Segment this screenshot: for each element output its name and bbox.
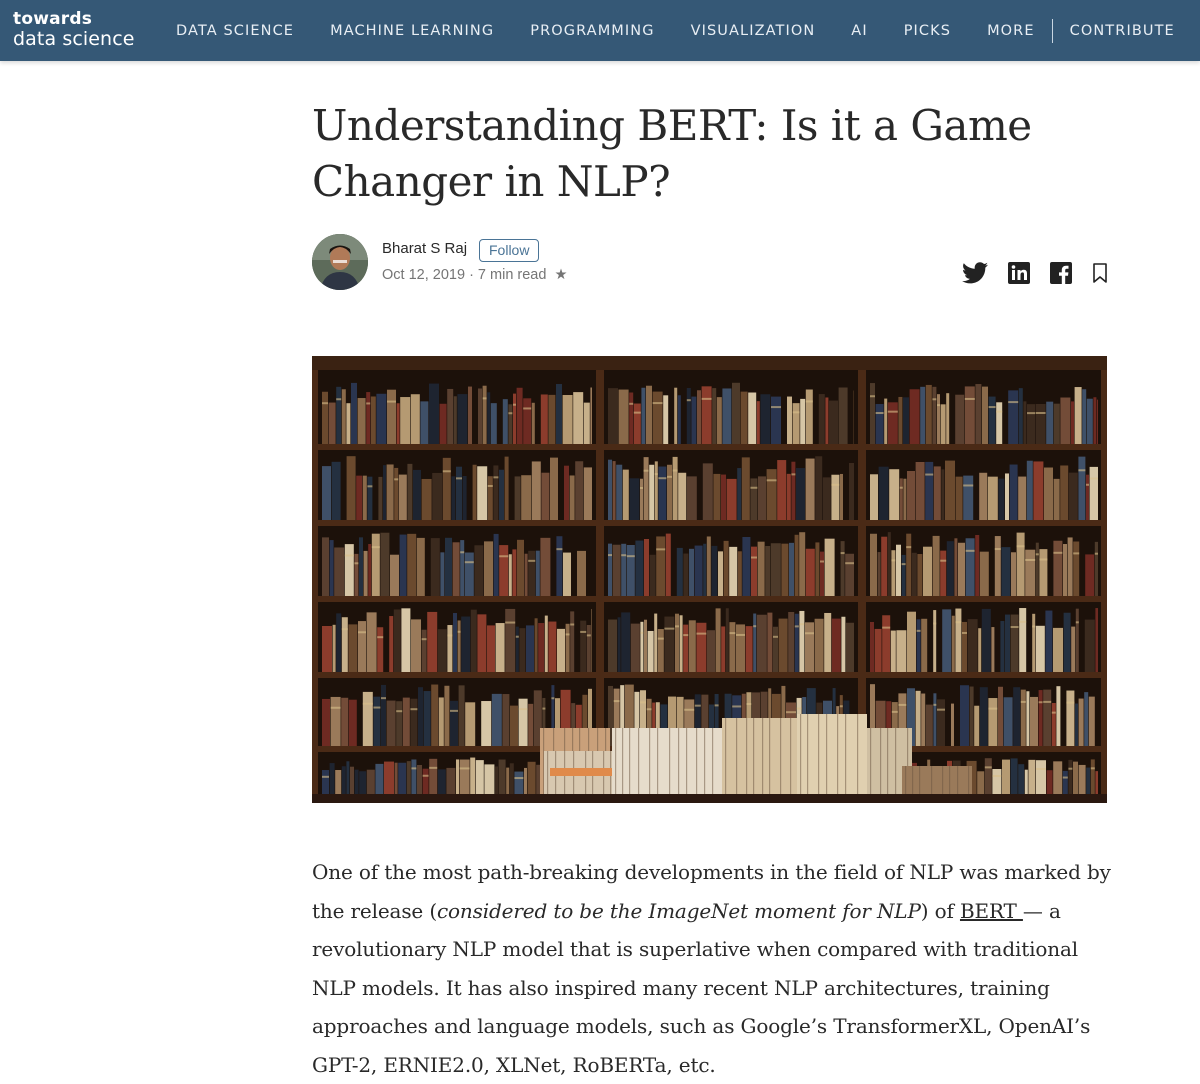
nav-machine-learning[interactable]: MACHINE LEARNING bbox=[330, 23, 494, 39]
nav-ai[interactable]: AI bbox=[851, 23, 867, 39]
star-icon: ★ bbox=[554, 267, 568, 283]
nav-more[interactable]: MORE bbox=[987, 23, 1035, 39]
paragraph-emphasis: considered to be the ImageNet moment for… bbox=[436, 898, 921, 923]
share-bar bbox=[942, 262, 1108, 289]
author-name[interactable]: Bharat S Raj bbox=[382, 240, 467, 257]
top-nav-bar: towards data science DATA SCIENCE MACHIN… bbox=[0, 0, 1200, 61]
nav-picks[interactable]: PICKS bbox=[904, 23, 951, 39]
nav-contribute[interactable]: CONTRIBUTE bbox=[1070, 23, 1175, 39]
main-nav: DATA SCIENCE MACHINE LEARNING PROGRAMMIN… bbox=[176, 0, 1175, 61]
twitter-icon[interactable] bbox=[962, 262, 988, 289]
author-avatar[interactable] bbox=[312, 234, 368, 290]
read-time: 7 min read bbox=[477, 267, 547, 283]
nav-programming[interactable]: PROGRAMMING bbox=[530, 23, 654, 39]
bookmark-icon[interactable] bbox=[1092, 262, 1108, 289]
article-paragraph: One of the most path-breaking developmen… bbox=[312, 853, 1112, 1084]
post-date: Oct 12, 2019 bbox=[382, 267, 466, 283]
nav-divider bbox=[1051, 18, 1053, 43]
bookshelf-illustration bbox=[312, 356, 1107, 803]
nav-data-science[interactable]: DATA SCIENCE bbox=[176, 23, 294, 39]
article-title: Understanding BERT: Is it a Game Changer… bbox=[312, 101, 1032, 206]
post-meta: Oct 12, 2019 · 7 min read ★ bbox=[382, 267, 567, 283]
site-logo[interactable]: towards data science bbox=[13, 9, 135, 49]
nav-visualization[interactable]: VISUALIZATION bbox=[691, 23, 816, 39]
linkedin-icon[interactable] bbox=[1008, 262, 1030, 289]
logo-line-1: towards bbox=[13, 9, 93, 29]
hero-image-bookshelf bbox=[312, 356, 1107, 803]
meta-separator: · bbox=[469, 267, 478, 283]
bert-link[interactable]: BERT bbox=[960, 899, 1023, 923]
follow-button[interactable]: Follow bbox=[479, 239, 540, 262]
paragraph-text-c: — a revolutionary NLP model that is supe… bbox=[312, 898, 1091, 1077]
logo-line-2: data science bbox=[13, 28, 135, 50]
facebook-icon[interactable] bbox=[1050, 262, 1072, 289]
paragraph-text-b: ) of bbox=[920, 898, 960, 923]
byline: Bharat S Raj Follow Oct 12, 2019 · 7 min… bbox=[312, 234, 1108, 294]
